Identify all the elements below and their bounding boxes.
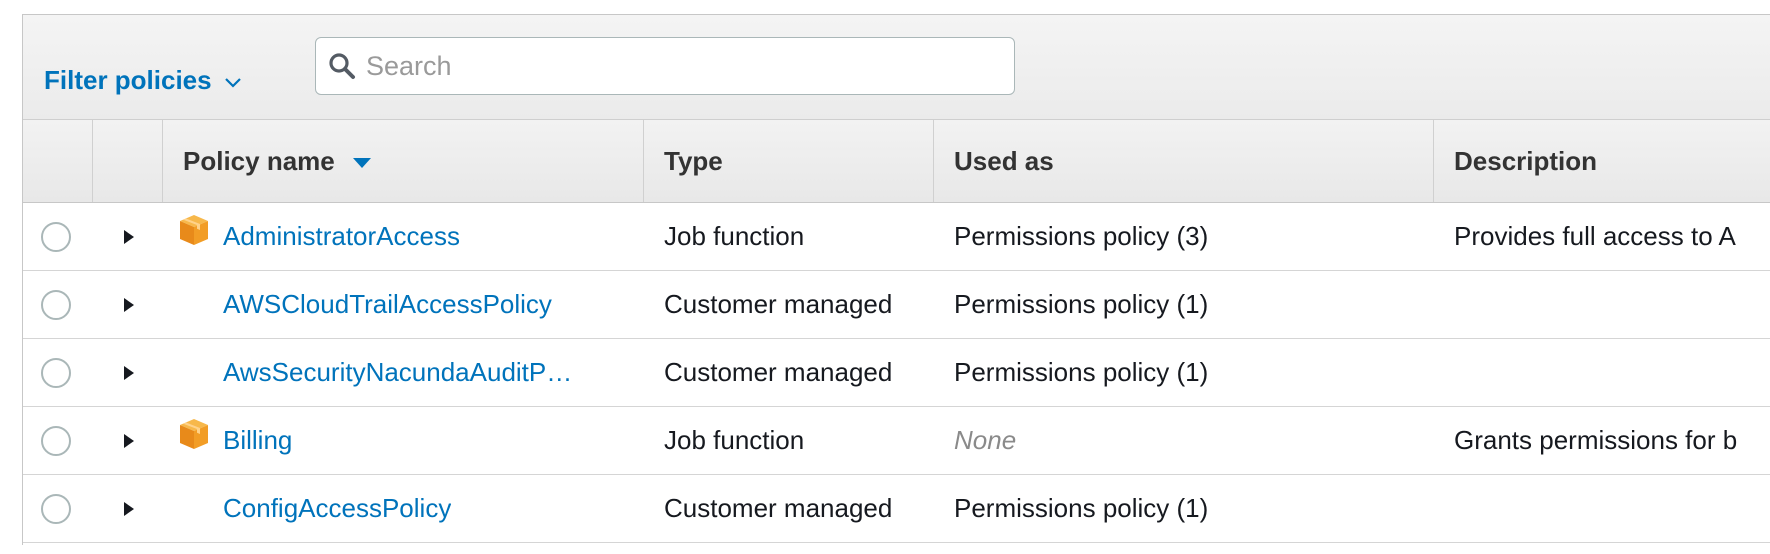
policy-name-cell: ConfigAccessPolicy: [163, 475, 644, 542]
policy-type: Job function: [664, 221, 805, 251]
row-select-radio[interactable]: [41, 289, 71, 320]
description-cell: [1434, 271, 1770, 338]
policy-name-link[interactable]: AwsSecurityNacundaAuditP…: [223, 357, 572, 388]
expand-caret-icon[interactable]: [123, 433, 135, 449]
policy-name-link[interactable]: ConfigAccessPolicy: [223, 493, 451, 524]
table-toolbar: Filter policies: [23, 15, 1770, 120]
row-expand-cell: [93, 271, 163, 338]
search-input[interactable]: [364, 49, 988, 83]
header-policy-name-label: Policy name: [183, 145, 335, 176]
used-as-cell: Permissions policy (1): [934, 475, 1434, 542]
expand-caret-icon[interactable]: [123, 229, 135, 245]
header-description-label: Description: [1454, 145, 1598, 176]
description-cell: Provides full access to A: [1434, 203, 1770, 270]
aws-managed-box-icon: [177, 417, 211, 451]
row-select-cell: [23, 407, 93, 474]
policy-type: Customer managed: [664, 357, 893, 387]
used-as-value: None: [954, 425, 1017, 455]
policy-type-cell: Customer managed: [644, 475, 934, 542]
description-cell: [1434, 339, 1770, 406]
row-expand-cell: [93, 475, 163, 542]
header-used-as[interactable]: Used as: [934, 120, 1434, 202]
row-select-cell: [23, 203, 93, 270]
search-icon: [328, 52, 356, 80]
expand-caret-icon[interactable]: [123, 365, 135, 381]
table-row[interactable]: AwsSecurityNacundaAuditP… Customer manage…: [23, 339, 1770, 407]
header-type[interactable]: Type: [644, 120, 934, 202]
policy-type-cell: Job function: [644, 203, 934, 270]
row-expand-cell: [93, 339, 163, 406]
row-expand-cell: [93, 203, 163, 270]
row-select-radio[interactable]: [41, 221, 71, 252]
policy-name-cell: Billing: [163, 407, 644, 474]
filter-policies-button[interactable]: Filter policies: [44, 65, 242, 96]
table-header: Policy name Type Used as Description: [23, 120, 1770, 203]
row-select-radio[interactable]: [41, 357, 71, 388]
row-select-radio[interactable]: [41, 493, 71, 524]
used-as-cell: Permissions policy (3): [934, 203, 1434, 270]
description-text: Grants permissions for b: [1454, 425, 1738, 455]
policies-panel: Filter policies Policy name Type: [22, 14, 1770, 545]
header-policy-name[interactable]: Policy name: [163, 120, 644, 202]
aws-managed-box-icon: [177, 213, 211, 247]
policy-name-cell: AdministratorAccess: [163, 203, 644, 270]
table-row[interactable]: Billing Job function None Grants permission…: [23, 407, 1770, 475]
search-box[interactable]: [315, 37, 1015, 95]
policy-name-link[interactable]: AWSCloudTrailAccessPolicy: [223, 289, 552, 320]
sort-caret-icon: [352, 157, 371, 169]
row-select-radio[interactable]: [41, 425, 71, 456]
header-expand-col: [93, 120, 163, 202]
table-row[interactable]: AWSCloudTrailAccessPolicy Customer manage…: [23, 271, 1770, 339]
row-expand-cell: [93, 407, 163, 474]
table-body: AdministratorAccess Job function Permissio…: [23, 203, 1770, 543]
row-select-cell: [23, 339, 93, 406]
chevron-down-icon: [224, 77, 242, 89]
header-description[interactable]: Description: [1434, 120, 1770, 202]
policy-type-cell: Job function: [644, 407, 934, 474]
policy-name-cell: AWSCloudTrailAccessPolicy: [163, 271, 644, 338]
used-as-cell: None: [934, 407, 1434, 474]
row-select-cell: [23, 475, 93, 542]
filter-policies-label: Filter policies: [44, 65, 212, 95]
used-as-value: Permissions policy (1): [954, 357, 1209, 387]
policy-type-cell: Customer managed: [644, 339, 934, 406]
expand-caret-icon[interactable]: [123, 297, 135, 313]
policy-type: Customer managed: [664, 493, 893, 523]
used-as-value: Permissions policy (1): [954, 289, 1209, 319]
policy-name-link[interactable]: Billing: [223, 425, 292, 456]
table-row[interactable]: AdministratorAccess Job function Permissio…: [23, 203, 1770, 271]
used-as-cell: Permissions policy (1): [934, 339, 1434, 406]
used-as-cell: Permissions policy (1): [934, 271, 1434, 338]
header-used-as-label: Used as: [954, 145, 1054, 176]
description-cell: [1434, 475, 1770, 542]
description-text: Provides full access to A: [1454, 221, 1736, 251]
policy-type-cell: Customer managed: [644, 271, 934, 338]
table-row[interactable]: ConfigAccessPolicy Customer managed Permis…: [23, 475, 1770, 543]
policy-name-link[interactable]: AdministratorAccess: [223, 221, 460, 252]
policy-type: Job function: [664, 425, 805, 455]
expand-caret-icon[interactable]: [123, 501, 135, 517]
header-type-label: Type: [664, 145, 723, 176]
row-select-cell: [23, 271, 93, 338]
used-as-value: Permissions policy (1): [954, 493, 1209, 523]
header-select-col: [23, 120, 93, 202]
policy-type: Customer managed: [664, 289, 893, 319]
description-cell: Grants permissions for b: [1434, 407, 1770, 474]
policy-name-cell: AwsSecurityNacundaAuditP…: [163, 339, 644, 406]
used-as-value: Permissions policy (3): [954, 221, 1209, 251]
